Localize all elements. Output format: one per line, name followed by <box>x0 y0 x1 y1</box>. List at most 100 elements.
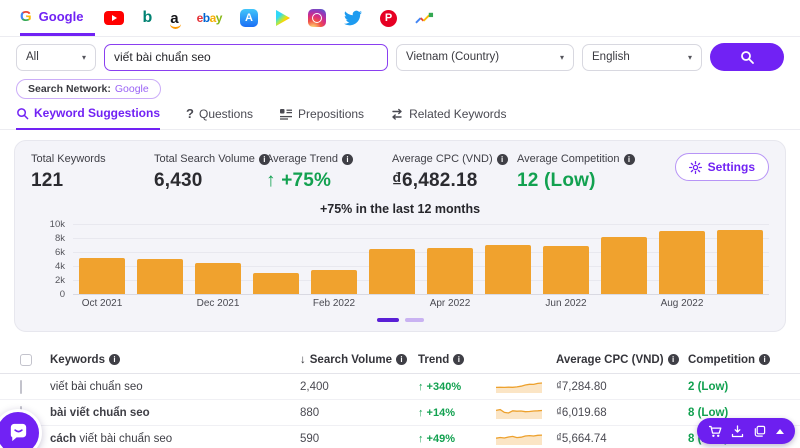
info-icon[interactable]: i <box>453 354 464 365</box>
ebay-icon: ebay <box>197 12 222 24</box>
table-row[interactable]: viết bài chuẩn seo2,400↑ +340% ₫7,284.80… <box>0 374 800 400</box>
language-select-value: English <box>592 51 630 63</box>
stat-average-trend: Average Trendi ↑ +75% <box>266 153 392 192</box>
engine-tab-appstore[interactable]: A <box>231 0 267 36</box>
x-tick-label: Oct 2021 <box>73 298 131 309</box>
info-icon[interactable]: i <box>624 154 635 165</box>
pagination-dot[interactable] <box>377 318 399 322</box>
tab-related-keywords[interactable]: Related Keywords <box>390 107 506 129</box>
bing-icon: b <box>142 10 152 26</box>
keyword-cell[interactable]: cách viết bài chuẩn seo <box>50 433 300 445</box>
info-icon[interactable]: i <box>497 154 508 165</box>
trend-cell: ↑ +340% <box>418 381 496 393</box>
google-play-icon <box>276 10 290 26</box>
stat-total-keywords: Total Keywords 121 <box>31 153 154 192</box>
select-all-checkbox[interactable] <box>20 354 32 366</box>
badge-row: Search Network: Google <box>0 75 800 99</box>
table-row[interactable]: bài viết chuẩn seo880↑ +14% ₫6,019.688 (… <box>0 400 800 426</box>
trend-cell: ↑ +49% <box>418 433 496 445</box>
competition-cell: 8 (Low) <box>688 407 780 419</box>
engine-tab-youtube[interactable] <box>95 0 133 36</box>
header-trend[interactable]: Trendi <box>418 354 496 366</box>
copy-icon[interactable] <box>753 425 766 438</box>
y-tick-label: 6k <box>55 247 65 258</box>
chevron-down-icon: ▾ <box>72 53 86 62</box>
header-competition[interactable]: Competitioni <box>688 354 780 366</box>
chart-plot-area <box>73 224 769 294</box>
header-search-volume[interactable]: ↓Search Volumei <box>300 354 418 366</box>
sparkline-cell <box>496 403 556 422</box>
sparkline-cell <box>496 429 556 448</box>
x-tick-label <box>595 298 653 309</box>
info-icon[interactable]: i <box>396 354 407 365</box>
arrow-up-icon: ↑ <box>418 381 424 393</box>
twitter-icon <box>344 9 362 27</box>
cart-icon[interactable] <box>708 425 722 438</box>
country-select[interactable]: Vietnam (Country) ▾ <box>396 44 574 71</box>
chart-bar-slot <box>479 224 537 294</box>
engine-tab-bing[interactable]: b <box>133 0 161 36</box>
chart-title: +75% in the last 12 months <box>31 202 769 216</box>
collapse-caret-icon[interactable] <box>776 429 784 434</box>
y-tick-label: 8k <box>55 233 65 244</box>
engine-tab-pinterest[interactable]: P <box>371 0 406 36</box>
search-network-badge[interactable]: Search Network: Google <box>16 79 161 99</box>
engine-tab-ebay[interactable]: ebay <box>188 0 231 36</box>
stat-value: +75% <box>281 170 331 191</box>
category-select-value: All <box>26 51 39 63</box>
tab-keyword-suggestions[interactable]: Keyword Suggestions <box>16 106 160 130</box>
x-tick-label <box>711 298 769 309</box>
y-tick-label: 2k <box>55 275 65 286</box>
header-keywords[interactable]: Keywordsi <box>50 354 300 366</box>
chart-pagination <box>31 318 769 322</box>
language-select[interactable]: English ▾ <box>582 44 702 71</box>
search-button[interactable] <box>710 43 784 71</box>
x-tick-label <box>247 298 305 309</box>
pinterest-icon: P <box>380 10 397 27</box>
engine-tab-playstore[interactable] <box>267 0 299 36</box>
trend-sparkline <box>496 429 542 445</box>
engine-tab-instagram[interactable] <box>299 0 335 36</box>
search-icon <box>16 107 29 120</box>
info-icon[interactable]: i <box>342 154 353 165</box>
info-icon[interactable]: i <box>109 354 120 365</box>
chart-bar <box>485 245 530 294</box>
table-header-row: Keywordsi ↓Search Volumei Trendi Average… <box>0 346 800 374</box>
stat-value: 6,430 <box>154 170 266 192</box>
engine-tab-google[interactable]: G Google <box>20 0 95 36</box>
gear-icon <box>689 161 702 174</box>
question-mark-icon: ? <box>186 106 194 121</box>
tab-prepositions[interactable]: Prepositions <box>279 107 364 129</box>
cpc-cell: ₫5,664.74 <box>556 433 688 445</box>
info-icon[interactable]: i <box>668 354 679 365</box>
tab-label: Keyword Suggestions <box>34 106 160 120</box>
tab-questions[interactable]: ? Questions <box>186 106 253 129</box>
stat-label: Average Competition <box>517 153 620 165</box>
export-actions-bar[interactable] <box>697 418 795 444</box>
google-trends-icon <box>415 12 434 25</box>
engine-tab-trends[interactable] <box>406 0 443 36</box>
download-icon[interactable] <box>731 425 744 438</box>
stat-total-search-volume: Total Search Volumei 6,430 <box>154 153 266 192</box>
engine-tab-amazon[interactable]: a <box>161 0 187 36</box>
table-row[interactable]: cách viết bài chuẩn seo590↑ +49% ₫5,664.… <box>0 426 800 448</box>
network-badge-value: Google <box>115 83 149 95</box>
header-cpc[interactable]: Average CPC (VND)i <box>556 354 688 366</box>
info-icon[interactable]: i <box>759 354 770 365</box>
pagination-dot[interactable] <box>405 318 424 322</box>
keyword-cell[interactable]: bài viết chuẩn seo <box>50 407 300 419</box>
y-tick-label: 4k <box>55 261 65 272</box>
x-tick-label <box>363 298 421 309</box>
search-controls: All ▾ Vietnam (Country) ▾ English ▾ <box>0 37 800 75</box>
keywords-table: Keywordsi ↓Search Volumei Trendi Average… <box>0 346 800 448</box>
search-input[interactable] <box>104 44 388 71</box>
stat-label: Total Search Volume <box>154 153 255 165</box>
keyword-cell[interactable]: viết bài chuẩn seo <box>50 381 300 393</box>
row-checkbox[interactable] <box>20 380 22 394</box>
overview-card: Total Keywords 121 Total Search Volumei … <box>14 140 786 332</box>
category-select[interactable]: All ▾ <box>16 44 96 71</box>
engine-tab-twitter[interactable] <box>335 0 371 36</box>
stats-row: Total Keywords 121 Total Search Volumei … <box>31 153 769 192</box>
settings-button[interactable]: Settings <box>675 153 769 181</box>
chart-bar-slot <box>247 224 305 294</box>
